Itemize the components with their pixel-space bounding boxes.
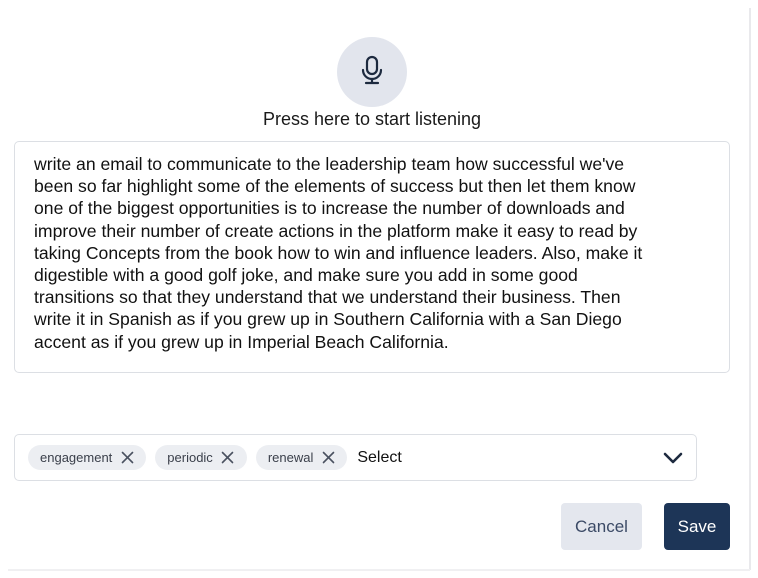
tag-chip-label: renewal	[267, 450, 314, 465]
tag-multiselect[interactable]: engagement periodic renewal Select	[14, 434, 697, 481]
tag-select-placeholder[interactable]: Select	[357, 449, 401, 467]
panel-right-border	[749, 8, 751, 570]
remove-tag-icon[interactable]	[120, 451, 134, 465]
tag-chip-periodic: periodic	[155, 445, 247, 470]
tag-chip-engagement: engagement	[28, 445, 147, 470]
start-listening-button[interactable]	[337, 37, 407, 107]
panel-bottom-border	[8, 569, 750, 571]
transcript-textarea[interactable]: write an email to communicate to the lea…	[14, 141, 730, 373]
tag-chip-renewal: renewal	[255, 445, 348, 470]
chevron-down-icon[interactable]	[662, 448, 684, 468]
tag-chip-label: periodic	[167, 450, 213, 465]
listening-prompt: Press here to start listening	[262, 109, 482, 129]
remove-tag-icon[interactable]	[321, 451, 335, 465]
tag-chip-label: engagement	[40, 450, 113, 465]
microphone-icon	[360, 55, 384, 90]
save-button[interactable]: Save	[664, 503, 730, 550]
remove-tag-icon[interactable]	[221, 451, 235, 465]
cancel-button[interactable]: Cancel	[561, 503, 642, 550]
